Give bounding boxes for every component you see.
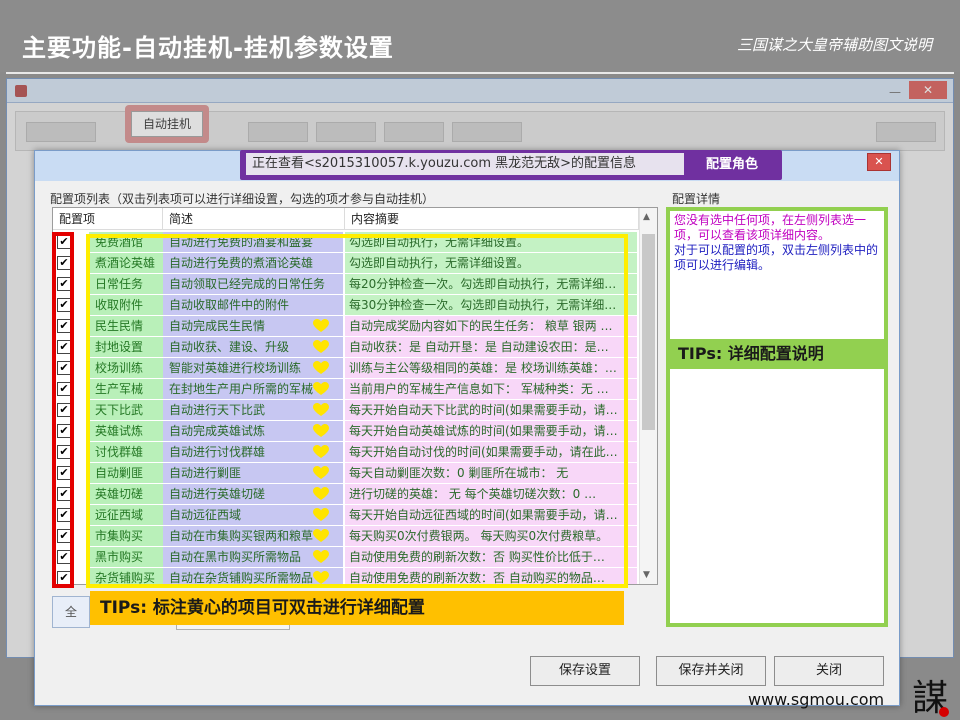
scroll-thumb[interactable] — [642, 234, 655, 430]
seal-logo: 謀 — [912, 678, 949, 719]
save-button[interactable]: 保存设置 — [530, 656, 640, 686]
minimize-icon[interactable]: — — [889, 85, 901, 99]
toolbar-item[interactable] — [316, 122, 376, 142]
column-header-summary[interactable]: 内容摘要 — [345, 208, 639, 230]
detail-hint-line: 您没有选中任何项，在左侧列表选一项，可以查看该项详细内容。 — [674, 213, 867, 242]
detail-text: 您没有选中任何项，在左侧列表选一项，可以查看该项详细内容。 对于可以配置的项，双… — [674, 213, 884, 273]
checkbox-highlight-frame — [52, 232, 74, 588]
slide-title: 主要功能-自动挂机-挂机参数设置 — [22, 34, 394, 62]
detail-caption: 配置详情 — [672, 192, 721, 206]
slide-subtitle: 三国谋之大皇帝辅助图文说明 — [736, 36, 932, 54]
save-and-close-button[interactable]: 保存并关闭 — [656, 656, 766, 686]
list-highlight-frame — [86, 234, 628, 588]
tip-detail-config: TIPs: 详细配置说明 — [670, 339, 884, 369]
config-role-button[interactable]: 配置角色 — [688, 152, 776, 178]
toolbar-item[interactable] — [26, 122, 96, 142]
close-button[interactable]: 关闭 — [774, 656, 884, 686]
window-close-icon[interactable]: ✕ — [909, 81, 947, 99]
slide-header: 主要功能-自动挂机-挂机参数设置 三国谋之大皇帝辅助图文说明 — [0, 0, 960, 72]
app-icon — [15, 85, 27, 97]
detail-hint-line: 对于可以配置的项，双击左侧列表中的项可以进行编辑。 — [674, 243, 879, 272]
detail-panel: 您没有选中任何项，在左侧列表选一项，可以查看该项详细内容。 对于可以配置的项，双… — [666, 207, 888, 627]
background-titlebar — [7, 79, 953, 103]
website-url: www.sgmou.com — [748, 690, 885, 709]
scroll-down-icon[interactable]: ▼ — [643, 570, 650, 580]
viewing-account-text: 正在查看<s2015310057.k.youzu.com 黑龙范无敌>的配置信息 — [246, 153, 684, 175]
tip-yellow-heart: TIPs: 标注黄心的项目可双击进行详细配置 — [90, 591, 624, 625]
auto-hang-button[interactable]: 自动挂机 — [131, 111, 203, 137]
toolbar-item[interactable] — [876, 122, 936, 142]
dialog-close-icon[interactable]: ✕ — [867, 153, 891, 171]
toolbar-item[interactable] — [248, 122, 308, 142]
list-scrollbar[interactable]: ▲ ▼ — [639, 208, 657, 584]
column-header-item[interactable]: 配置项 — [53, 208, 163, 230]
scroll-up-icon[interactable]: ▲ — [643, 212, 650, 222]
column-header-desc[interactable]: 简述 — [163, 208, 345, 230]
list-caption: 配置项列表（双击列表项可以进行详细设置，勾选的项才参与自动挂机） — [50, 192, 435, 206]
list-header: 配置项 简述 内容摘要 — [53, 208, 657, 230]
header-divider — [6, 72, 954, 74]
partial-button[interactable]: 全 — [52, 596, 90, 628]
toolbar-item[interactable] — [452, 122, 522, 142]
toolbar-item[interactable] — [384, 122, 444, 142]
